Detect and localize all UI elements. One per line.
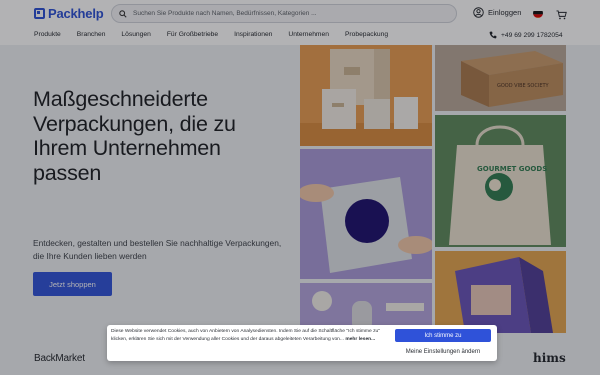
cookie-message: Diese Website verwendet Cookies, auch vo… (111, 329, 380, 343)
cookie-banner: Diese Website verwendet Cookies, auch vo… (107, 325, 497, 361)
read-more-link[interactable]: mehr lesen... (345, 337, 375, 342)
cookie-text: Diese Website verwendet Cookies, auch vo… (111, 328, 391, 344)
cookie-settings-button[interactable]: Meine Einstellungen ändern (395, 345, 491, 358)
modal-overlay (0, 0, 600, 375)
accept-cookies-button[interactable]: Ich stimme zu (395, 329, 491, 342)
